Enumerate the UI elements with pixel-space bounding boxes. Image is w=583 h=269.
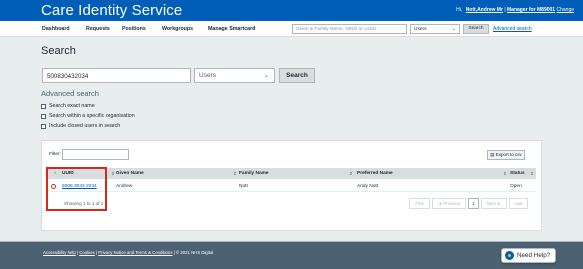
option-include-closed[interactable]: Include closed users in search <box>41 123 120 129</box>
sort-icon: ⇕ <box>349 171 353 176</box>
sort-icon: ⇕ <box>233 171 237 176</box>
search-input[interactable]: 500830432034 <box>42 68 191 83</box>
option-label: Search within a specific organisation <box>49 113 135 119</box>
help-icon <box>505 251 514 260</box>
last-page-button[interactable]: Last <box>509 198 528 209</box>
cookies-link[interactable]: Cookies <box>79 250 95 255</box>
role-link[interactable]: Manager for M89001 <box>507 7 555 13</box>
sort-icon: ⇕ <box>111 171 115 176</box>
option-exact-name[interactable]: Search exact name <box>41 103 95 109</box>
quick-search-type-select[interactable]: Users ⌄ <box>410 24 460 34</box>
col-given-name[interactable]: Given Name <box>116 171 144 176</box>
nav-manage-smartcard[interactable]: Manage Smartcard <box>208 26 255 32</box>
page-footer: Accessibility help | Cookies | Privacy N… <box>0 241 583 269</box>
checkbox[interactable] <box>41 103 46 109</box>
search-type-select[interactable]: Users ⌄ <box>194 68 275 83</box>
app-header: Care Identity Service Hi, Nott,Andrew Mr… <box>0 0 583 21</box>
cell-preferred-name: Andy Nott <box>357 184 379 189</box>
option-label: Include closed users in search <box>49 123 121 129</box>
user-info: Hi, Nott,Andrew Mr | Manager for M89001 … <box>456 7 574 13</box>
user-name-link[interactable]: Nott,Andrew Mr <box>466 7 503 13</box>
need-help-button[interactable]: Need Help? <box>501 248 556 263</box>
highlight-box <box>46 167 107 211</box>
option-specific-org[interactable]: Search within a specific organisation <box>41 113 135 119</box>
search-type-value: Users <box>199 72 216 79</box>
export-csv-button[interactable]: ▤ Export to csv <box>487 150 525 160</box>
cell-given-name: Andrew <box>116 184 133 189</box>
app-title: Care Identity Service <box>41 2 183 19</box>
page-title: Search <box>41 45 76 57</box>
copyright: © 2021 NHS Digital <box>176 250 214 255</box>
greeting: Hi, <box>456 7 463 13</box>
sort-icon: ⇕ <box>503 171 507 176</box>
advanced-search-heading: Advanced search <box>41 89 99 98</box>
quick-search-type-value: Users <box>414 27 427 32</box>
advanced-search-link[interactable]: Advanced search <box>493 26 532 32</box>
accessibility-help-link[interactable]: Accessibility help <box>43 250 76 255</box>
nav-requests[interactable]: Requests <box>86 26 110 32</box>
checkbox[interactable] <box>41 113 46 119</box>
checkbox[interactable] <box>41 123 46 129</box>
current-page-button[interactable]: 1 <box>468 198 479 209</box>
sort-icon: ⇕ <box>530 171 534 176</box>
quick-search-input[interactable]: Given & Family Name, NINO or UUID <box>292 24 407 34</box>
export-label: Export to csv <box>495 152 522 157</box>
option-label: Search exact name <box>49 103 95 109</box>
search-button[interactable]: Search <box>279 68 315 83</box>
need-help-label: Need Help? <box>517 252 551 259</box>
previous-page-button[interactable]: ◄ Previous <box>432 198 466 209</box>
csv-icon: ▤ <box>490 152 495 157</box>
nav-positions[interactable]: Positions <box>122 26 146 32</box>
chevron-down-icon: ⌄ <box>451 26 456 32</box>
col-family-name[interactable]: Family Name <box>239 171 269 176</box>
chevron-down-icon: ⌄ <box>263 73 269 79</box>
nav-dashboard[interactable]: Dashboard <box>42 26 70 32</box>
table-row[interactable]: 5008 3043 2034 Andrew Nott Andy Nott Ope… <box>48 181 536 192</box>
cell-status: Open <box>510 184 522 189</box>
table-header: ^ UUID ⇕ Given Name ⇕ Family Name ⇕ Pref… <box>48 168 536 179</box>
first-page-button[interactable]: First <box>409 198 430 209</box>
quick-search-button[interactable]: Search <box>463 24 489 34</box>
next-page-button[interactable]: Next ► <box>481 198 507 209</box>
nav-workgroups[interactable]: Workgroups <box>162 26 193 32</box>
results-card: Filter: ▤ Export to csv ^ UUID ⇕ Given N… <box>41 140 542 231</box>
filter-label: Filter: <box>49 152 61 157</box>
filter-input[interactable] <box>62 149 129 160</box>
col-status[interactable]: Status <box>510 171 525 176</box>
cell-family-name: Nott <box>239 184 248 189</box>
privacy-link[interactable]: Privacy Notice and Terms & Conditions <box>98 250 172 255</box>
footer-links: Accessibility help | Cookies | Privacy N… <box>43 250 213 255</box>
change-role-link[interactable]: Change <box>556 7 574 13</box>
col-preferred-name[interactable]: Preferred Name <box>357 171 393 176</box>
main-nav: Dashboard Requests Positions Workgroups … <box>0 21 583 37</box>
